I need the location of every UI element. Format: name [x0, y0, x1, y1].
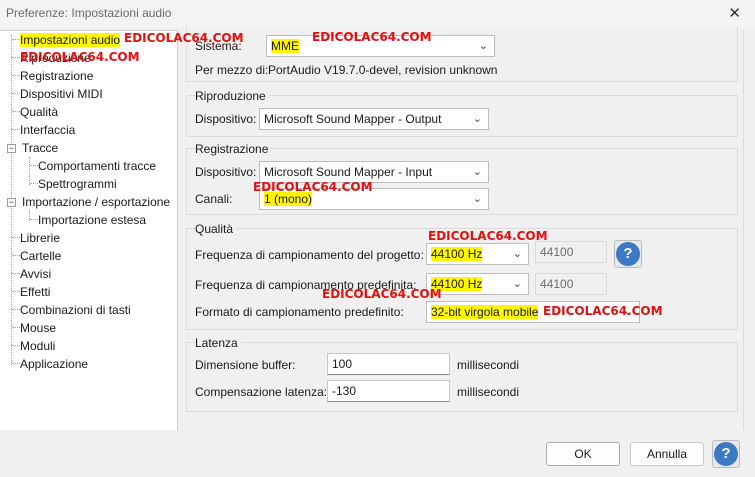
project-rate-label: Frequenza di campionamento del progetto: — [195, 248, 424, 262]
tree-item-applicazione[interactable]: Applicazione — [12, 355, 88, 373]
tree-item-combinazioni-tasti[interactable]: Combinazioni di tasti — [12, 301, 131, 319]
recording-device-value: Microsoft Sound Mapper - Input — [264, 165, 433, 179]
default-rate-custom: 44100 — [535, 273, 607, 295]
tree-item-dispositivi-midi[interactable]: Dispositivi MIDI — [12, 85, 103, 103]
chevron-down-icon: ⌄ — [472, 166, 482, 178]
help-icon: ? — [616, 242, 640, 266]
watermark: EDICOLAC64.COM — [20, 50, 140, 64]
project-rate-combo[interactable]: 44100 Hz ⌄ — [426, 243, 529, 265]
preferences-tree[interactable]: Impostazioni audio Riproduzione Registra… — [0, 30, 178, 430]
watermark: EDICOLAC64.COM — [124, 31, 244, 45]
tree-item-importazione-esportazione[interactable]: Importazione / esportazione — [22, 193, 170, 211]
close-icon[interactable]: ✕ — [728, 4, 741, 22]
buffer-label: Dimensione buffer: — [195, 358, 296, 372]
chevron-down-icon: ⌄ — [472, 113, 482, 125]
recording-title: Registrazione — [195, 142, 272, 156]
sample-format-value: 32-bit virgola mobile — [431, 305, 539, 319]
tree-item-avvisi[interactable]: Avvisi — [12, 265, 51, 283]
tree-item-comportamenti-tracce[interactable]: Comportamenti tracce — [30, 157, 156, 175]
tree-item-spettrogrammi[interactable]: Spettrogrammi — [30, 175, 117, 193]
collapse-importazione-icon[interactable]: − — [7, 198, 16, 207]
chevron-down-icon: ⌄ — [512, 248, 522, 260]
dialog-help-button[interactable]: ? — [712, 440, 740, 468]
tree-item-effetti[interactable]: Effetti — [12, 283, 50, 301]
latency-compensation-label: Compensazione latenza: — [195, 385, 328, 399]
via-label: Per mezzo di: — [195, 63, 269, 77]
tree-item-moduli[interactable]: Moduli — [12, 337, 55, 355]
chevron-down-icon: ⌄ — [478, 40, 488, 52]
help-icon: ? — [714, 442, 738, 466]
latency-title: Latenza — [195, 336, 241, 350]
tree-item-impostazioni-audio[interactable]: Impostazioni audio — [12, 31, 121, 49]
playback-title: Riproduzione — [195, 89, 269, 103]
watermark: EDICOLAC64.COM — [253, 180, 373, 194]
playback-device-value: Microsoft Sound Mapper - Output — [264, 112, 442, 126]
tree-item-tracce[interactable]: Tracce — [22, 139, 58, 157]
buffer-input[interactable]: 100 — [327, 353, 450, 375]
watermark: EDICOLAC64.COM — [543, 304, 663, 318]
cancel-button[interactable]: Annulla — [630, 442, 704, 466]
window-title: Preferenze: Impostazioni audio — [6, 6, 172, 20]
tree-item-importazione-estesa[interactable]: Importazione estesa — [30, 211, 146, 229]
chevron-down-icon: ⌄ — [472, 193, 482, 205]
sample-format-label: Formato di campionamento predefinito: — [195, 305, 404, 319]
quality-title: Qualità — [195, 222, 237, 236]
watermark: EDICOLAC64.COM — [312, 30, 432, 44]
tree-item-qualita[interactable]: Qualità — [12, 103, 58, 121]
collapse-tracce-icon[interactable]: − — [7, 144, 16, 153]
channels-label: Canali: — [195, 192, 233, 206]
watermark: EDICOLAC64.COM — [428, 229, 548, 243]
tree-item-registrazione[interactable]: Registrazione — [12, 67, 93, 85]
playback-device-combo[interactable]: Microsoft Sound Mapper - Output ⌄ — [259, 108, 489, 130]
playback-device-label: Dispositivo: — [195, 112, 257, 126]
tree-item-cartelle[interactable]: Cartelle — [12, 247, 61, 265]
tree-item-librerie[interactable]: Librerie — [12, 229, 60, 247]
project-rate-value: 44100 Hz — [431, 247, 483, 261]
watermark: EDICOLAC64.COM — [322, 287, 442, 301]
buffer-unit: millisecondi — [457, 358, 520, 372]
via-value: PortAudio V19.7.0-devel, revision unknow… — [268, 63, 498, 77]
tree-item-interfaccia[interactable]: Interfaccia — [12, 121, 75, 139]
sistema-value: MME — [271, 39, 299, 53]
channels-value: 1 (mono) — [264, 192, 313, 206]
latency-compensation-input[interactable]: -130 — [327, 380, 450, 402]
recording-device-label: Dispositivo: — [195, 165, 257, 179]
latency-group — [186, 342, 738, 412]
title-bar: Preferenze: Impostazioni audio ✕ — [0, 0, 755, 28]
chevron-down-icon: ⌄ — [512, 278, 522, 290]
vertical-scrollbar[interactable] — [743, 30, 755, 430]
tree-item-mouse[interactable]: Mouse — [12, 319, 56, 337]
quality-help-button[interactable]: ? — [614, 240, 642, 268]
project-rate-custom: 44100 — [535, 241, 607, 263]
ok-button[interactable]: OK — [546, 442, 620, 466]
latency-compensation-unit: millisecondi — [457, 385, 520, 399]
